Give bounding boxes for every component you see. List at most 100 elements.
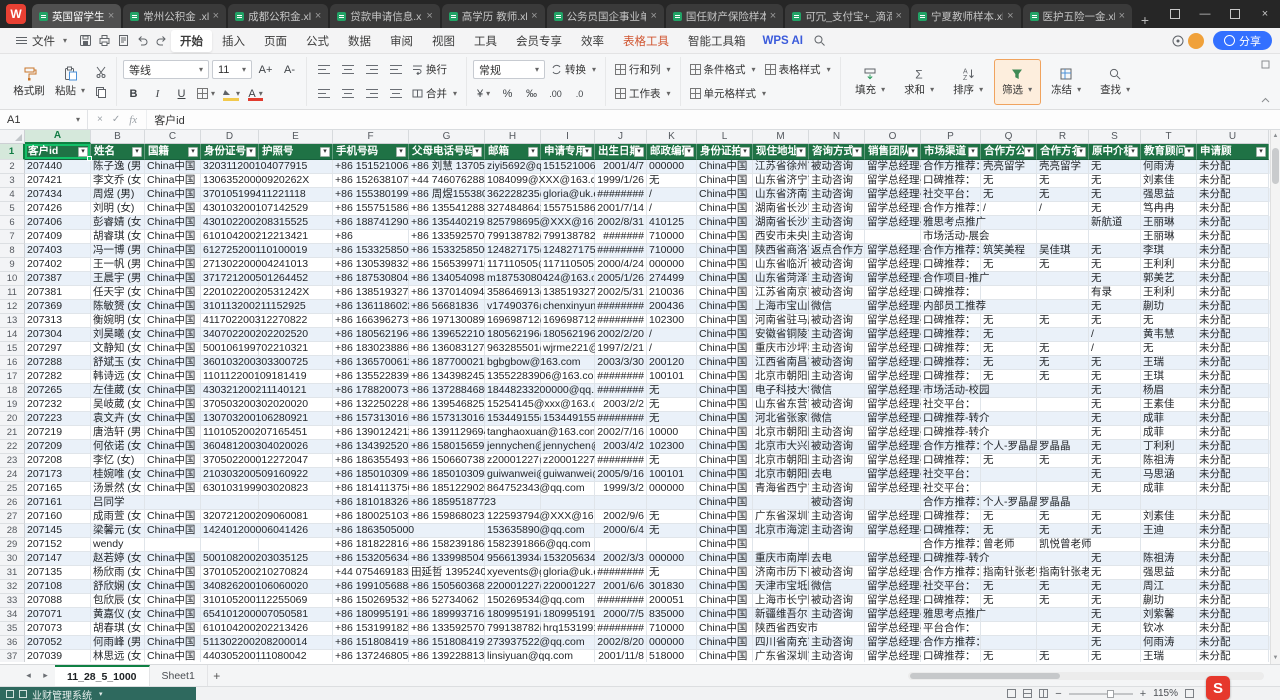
- filter-dropdown-icon[interactable]: ▾: [1256, 147, 1266, 157]
- increase-decimal-button[interactable]: .00: [545, 84, 566, 103]
- cell[interactable]: /: [647, 342, 697, 356]
- cell[interactable]: 963285501@qq.com: [485, 342, 541, 356]
- row-header-35[interactable]: 35: [0, 622, 25, 636]
- cell[interactable]: 强思益: [1141, 188, 1197, 202]
- font-color-button[interactable]: A▾: [245, 84, 266, 103]
- cell[interactable]: 李忆 (女): [91, 454, 145, 468]
- cell[interactable]: [1037, 300, 1089, 314]
- font-size-select[interactable]: 11▾: [212, 60, 252, 79]
- cell[interactable]: 无: [981, 370, 1037, 384]
- cell[interactable]: [259, 216, 333, 230]
- cell[interactable]: +86 18182281663: [333, 538, 409, 552]
- underline-button[interactable]: U: [171, 84, 192, 103]
- cell[interactable]: 2002/7/16: [595, 426, 647, 440]
- cell[interactable]: 207147: [25, 552, 91, 566]
- cell[interactable]: 1582391866@qq.com: [485, 538, 541, 552]
- undo-icon[interactable]: [133, 32, 151, 50]
- cell[interactable]: +86 16639627330: [333, 314, 409, 328]
- cell[interactable]: [259, 300, 333, 314]
- cell[interactable]: 207265: [25, 384, 91, 398]
- cell[interactable]: [259, 594, 333, 608]
- sheet-tab[interactable]: 11_28_5_1000: [55, 665, 150, 686]
- cell[interactable]: [259, 482, 333, 496]
- decrease-decimal-button[interactable]: .0: [569, 84, 590, 103]
- cell[interactable]: [541, 496, 595, 510]
- cell[interactable]: 无: [647, 174, 697, 188]
- column-header-H[interactable]: H: [485, 130, 541, 144]
- row-header-11[interactable]: 11: [0, 286, 25, 300]
- cell[interactable]: 李文乔 (女: [91, 174, 145, 188]
- cell[interactable]: 成菲: [1141, 482, 1197, 496]
- cell[interactable]: 无: [1089, 622, 1141, 636]
- cell[interactable]: 吴佳琪: [1037, 244, 1089, 258]
- cell[interactable]: 630103199903020823: [201, 482, 259, 496]
- cell[interactable]: [145, 496, 201, 510]
- align-bottom-icon[interactable]: [361, 60, 382, 79]
- cell[interactable]: China中国: [697, 328, 753, 342]
- cell[interactable]: 主动咨询: [809, 216, 865, 230]
- cell[interactable]: China中国: [145, 314, 201, 328]
- cell[interactable]: China中国: [697, 412, 753, 426]
- conditional-format-button[interactable]: 条件格式▾: [687, 60, 759, 80]
- cell[interactable]: [145, 538, 201, 552]
- cell[interactable]: 口碑推荐：: [921, 286, 981, 300]
- bold-button[interactable]: B: [123, 84, 144, 103]
- cell[interactable]: [865, 496, 921, 510]
- header-cell[interactable]: 手机号码▾: [333, 144, 409, 160]
- cell[interactable]: 未分配: [1197, 636, 1269, 650]
- header-cell[interactable]: 申请顾▾: [1197, 144, 1269, 160]
- pin-ribbon-icon[interactable]: [1261, 60, 1270, 69]
- cell[interactable]: 山东省东营市东营区: [753, 398, 809, 412]
- cell[interactable]: 无: [1089, 188, 1141, 202]
- cell[interactable]: 207039: [25, 650, 91, 662]
- cell[interactable]: China中国: [145, 286, 201, 300]
- align-middle-icon[interactable]: [337, 60, 358, 79]
- cell[interactable]: 杨欣雨 (女: [91, 566, 145, 580]
- cell[interactable]: 左佳葳 (女: [91, 384, 145, 398]
- cell[interactable]: [1089, 538, 1141, 552]
- cell[interactable]: 138519327@163.com: [541, 286, 595, 300]
- cell[interactable]: 留学总经理-咨询: [865, 286, 921, 300]
- cell[interactable]: 无: [1089, 440, 1141, 454]
- row-header-16[interactable]: 16: [0, 356, 25, 370]
- cell[interactable]: 117110505@163.com: [541, 258, 595, 272]
- cell[interactable]: +86 15653997104: [409, 258, 485, 272]
- cell[interactable]: /: [1089, 328, 1141, 342]
- cell[interactable]: 1999/1/26: [595, 174, 647, 188]
- zoom-slider[interactable]: [1069, 693, 1133, 695]
- cell[interactable]: +44 07546918356: [333, 566, 409, 580]
- cell[interactable]: +86 13439252076: [333, 440, 409, 454]
- cell[interactable]: [259, 622, 333, 636]
- cell[interactable]: +86 13954682511: [409, 398, 485, 412]
- row-header-33[interactable]: 33: [0, 594, 25, 608]
- cell[interactable]: [1037, 552, 1089, 566]
- cell[interactable]: [259, 370, 333, 384]
- fill-handle[interactable]: [87, 156, 92, 161]
- cell[interactable]: 主动咨询: [809, 524, 865, 538]
- cell[interactable]: China中国: [145, 454, 201, 468]
- cell[interactable]: 207409: [25, 230, 91, 244]
- cell[interactable]: 王迪: [1141, 524, 1197, 538]
- cell[interactable]: 安徽省铜陵市: [753, 328, 809, 342]
- user-avatar[interactable]: [1188, 33, 1204, 49]
- cell[interactable]: 200436: [647, 300, 697, 314]
- vertical-scrollbar[interactable]: ▲ ▼: [1270, 130, 1280, 664]
- find-button[interactable]: 查找▾: [1092, 59, 1139, 105]
- cell[interactable]: 未分配: [1197, 342, 1269, 356]
- cell[interactable]: [1037, 328, 1089, 342]
- cell[interactable]: 被动咨询: [809, 594, 865, 608]
- zoom-out-button[interactable]: −: [1055, 688, 1061, 700]
- cell[interactable]: 陈祖涛: [1141, 552, 1197, 566]
- cell[interactable]: 主动咨询: [809, 426, 865, 440]
- fill-color-button[interactable]: ▾: [220, 84, 242, 103]
- cell[interactable]: +86 13608312760: [409, 342, 485, 356]
- cell[interactable]: [259, 272, 333, 286]
- row-header-28[interactable]: 28: [0, 524, 25, 538]
- cell[interactable]: [541, 482, 595, 496]
- cell[interactable]: 重庆市南岸区: [753, 552, 809, 566]
- cell[interactable]: 主动咨询: [809, 342, 865, 356]
- cell[interactable]: [753, 538, 809, 552]
- cell[interactable]: +86 18099519166: [333, 608, 409, 622]
- cell[interactable]: 430102200208315525: [201, 216, 259, 230]
- cell[interactable]: 未分配: [1197, 244, 1269, 258]
